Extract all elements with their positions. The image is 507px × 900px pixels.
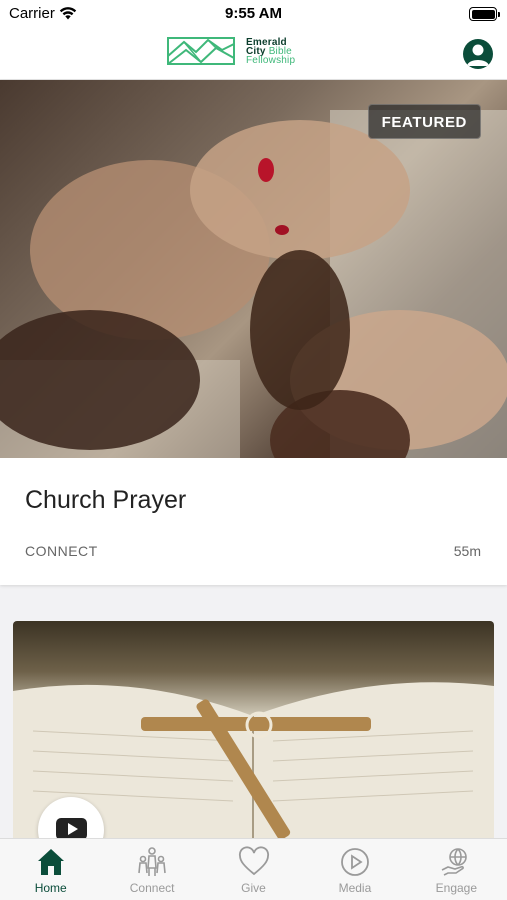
logo-mark-icon [167, 37, 235, 65]
tab-give[interactable]: Give [203, 839, 304, 900]
home-icon [37, 849, 64, 875]
status-time: 9:55 AM [225, 5, 282, 22]
app-header: Emerald City Bible Fellowship [0, 28, 507, 80]
feature-title[interactable]: Church Prayer [25, 486, 186, 515]
tab-home-label: Home [34, 881, 67, 895]
tab-media[interactable]: Media [304, 839, 405, 900]
user-icon [467, 44, 489, 66]
tab-connect-label: Connect [129, 881, 175, 895]
profile-button[interactable] [463, 39, 493, 69]
logo-line3: Fellowship [246, 54, 296, 66]
tab-connect[interactable]: Connect [101, 839, 202, 900]
battery-icon [469, 7, 500, 21]
logo-wordmark: Emerald City Bible Fellowship [246, 37, 296, 66]
tab-media-label: Media [338, 881, 372, 895]
featured-card[interactable]: FEATURED Church Prayer CONNECT 55m [0, 80, 507, 585]
heart-icon [238, 846, 269, 876]
people-icon [138, 847, 166, 876]
tab-engage-label: Engage [435, 881, 478, 895]
status-bar: Carrier 9:55 AM [0, 0, 507, 28]
church-logo[interactable]: Emerald City Bible Fellowship [166, 36, 295, 66]
feature-category: CONNECT [25, 543, 98, 559]
featured-badge: FEATURED [367, 104, 481, 139]
feature-duration: 55m [453, 543, 481, 559]
media-card[interactable] [13, 621, 494, 851]
tab-engage[interactable]: Engage [406, 839, 507, 900]
hand-globe-icon [441, 848, 468, 876]
tab-home[interactable]: Home [0, 839, 101, 900]
play-circle-icon [341, 848, 369, 876]
tab-bar: Home Connect Give Media Engage [0, 838, 507, 900]
praying-hands-image: FEATURED [0, 80, 507, 458]
tab-give-label: Give [241, 881, 266, 895]
